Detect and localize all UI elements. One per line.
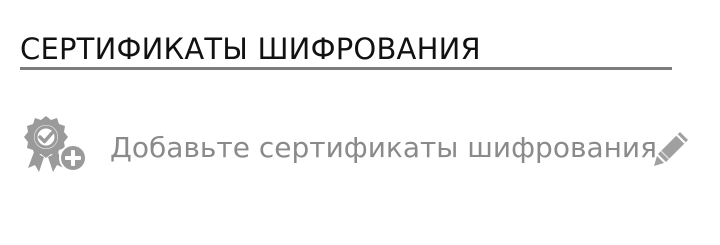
settings-page: СЕРТИФИКАТЫ ШИФРОВАНИЯ Добавьте сертифик… (0, 0, 720, 245)
section-header: СЕРТИФИКАТЫ ШИФРОВАНИЯ (20, 28, 672, 72)
certificate-add-icon (24, 116, 87, 172)
add-certificate-row[interactable]: Добавьте сертификаты шифрования (18, 112, 698, 182)
pencil-icon[interactable] (650, 128, 692, 170)
add-certificate-label[interactable]: Добавьте сертификаты шифрования (110, 131, 657, 165)
section-title: СЕРТИФИКАТЫ ШИФРОВАНИЯ (20, 32, 481, 66)
section-divider (20, 67, 672, 70)
